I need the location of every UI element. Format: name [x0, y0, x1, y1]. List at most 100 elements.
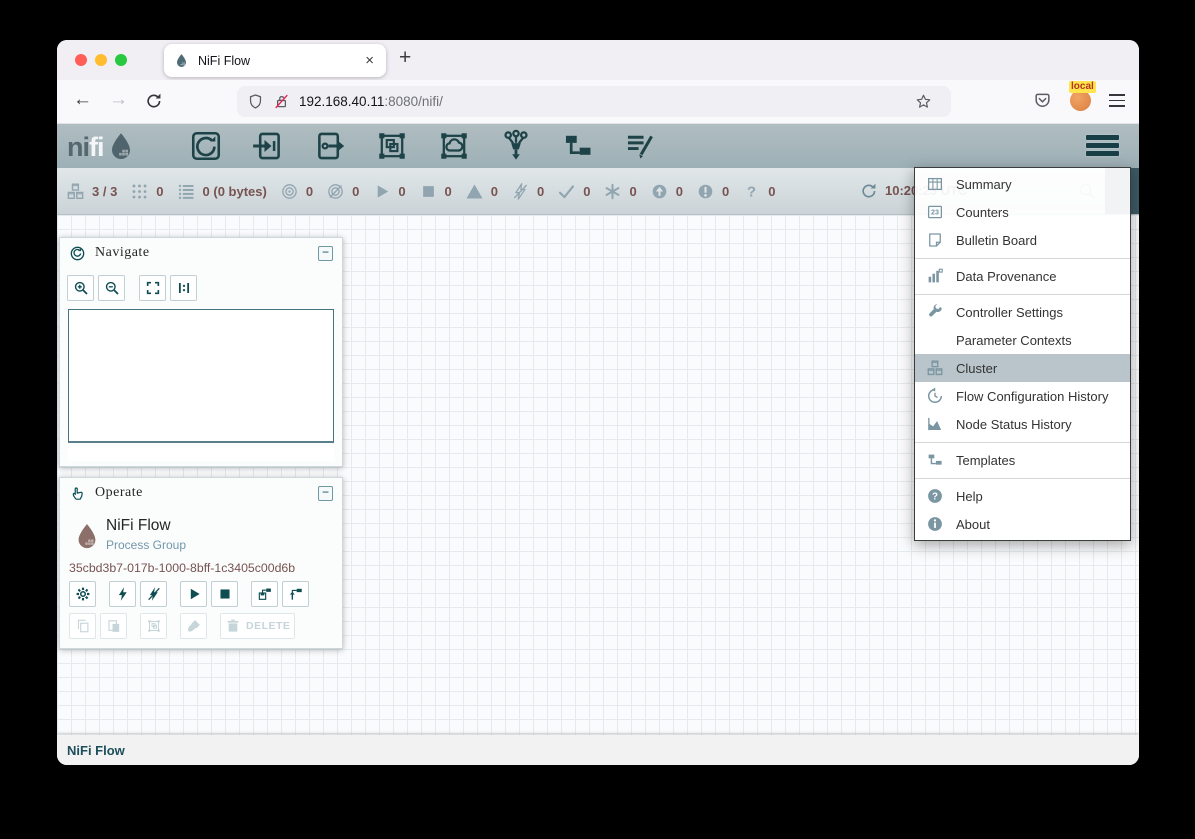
insecure-lock-icon[interactable]	[273, 93, 290, 110]
zoom-fit-button[interactable]	[139, 275, 166, 301]
back-button[interactable]: ←	[73, 89, 92, 111]
menu-item-about[interactable]: About	[915, 510, 1130, 538]
status-sync-failure-versioned: ?0	[742, 182, 775, 201]
bolt-slash-outline-icon	[511, 182, 530, 201]
reload-button[interactable]	[145, 92, 163, 110]
menu-separator	[915, 442, 1130, 443]
menu-item-flow-configuration-history[interactable]: Flow Configuration History	[915, 382, 1130, 410]
menu-item-label: Controller Settings	[956, 305, 1063, 320]
menu-item-help[interactable]: ?Help	[915, 482, 1130, 510]
global-menu-popup: Summary23Counters Bulletin Board Data Prov…	[914, 167, 1131, 541]
start-button[interactable]	[180, 581, 207, 607]
profile-button[interactable]: local	[1070, 90, 1091, 111]
menu-item-label: Templates	[956, 453, 1015, 468]
fit-icon	[145, 280, 161, 296]
status-connected-nodes: 3 / 3	[66, 182, 117, 201]
status-transmitting-remote-groups: 0	[280, 182, 313, 201]
toolbar-input-port-icon[interactable]	[250, 129, 286, 163]
stop-button[interactable]	[211, 581, 238, 607]
transmitting-icon	[280, 182, 299, 201]
zoom-actual-size-button[interactable]	[170, 275, 197, 301]
menu-item-label: Data Provenance	[956, 269, 1056, 284]
toolbar-remote-process-group-icon[interactable]	[436, 129, 472, 163]
window-zoom-button[interactable]	[115, 54, 127, 66]
paste-button	[100, 613, 127, 639]
navigate-panel: Navigate −	[59, 237, 343, 467]
node-chart-icon	[926, 415, 944, 433]
group-button	[140, 613, 167, 639]
breadcrumb-bar: NiFi Flow	[57, 735, 1139, 765]
zoom-in-button[interactable]	[67, 275, 94, 301]
tab-close-icon[interactable]: ×	[363, 52, 376, 69]
menu-separator	[915, 478, 1130, 479]
menu-item-label: Node Status History	[956, 417, 1072, 432]
asterisk-icon	[603, 182, 622, 201]
bookmark-star-icon[interactable]	[915, 93, 932, 110]
process-group-drop-icon	[73, 519, 101, 553]
url-text[interactable]: 192.168.40.11:8080/nifi/	[299, 94, 443, 109]
toolbar-processor-icon[interactable]	[188, 129, 224, 163]
window-close-button[interactable]	[75, 54, 87, 66]
firefox-menu-button[interactable]	[1109, 94, 1125, 107]
question-icon: ?	[742, 182, 761, 201]
toolbar-process-group-icon[interactable]	[374, 129, 410, 163]
profile-avatar	[1070, 90, 1091, 111]
new-tab-button[interactable]: +	[399, 46, 411, 70]
cluster-icon	[926, 359, 944, 377]
svg-text:?: ?	[932, 492, 938, 503]
copy-button	[69, 613, 96, 639]
menu-item-data-provenance[interactable]: Data Provenance	[915, 262, 1130, 290]
zoom-out-icon	[104, 280, 120, 296]
menu-item-templates[interactable]: Templates	[915, 446, 1130, 474]
disable-button[interactable]	[140, 581, 167, 607]
breadcrumb[interactable]: NiFi Flow	[67, 743, 125, 758]
wrench-icon	[926, 303, 944, 321]
menu-item-summary[interactable]: Summary	[915, 170, 1130, 198]
pocket-icon[interactable]	[1033, 91, 1052, 110]
group-sel-icon	[146, 618, 162, 634]
shield-icon[interactable]	[247, 93, 264, 110]
menu-item-cluster[interactable]: Cluster	[915, 354, 1130, 382]
menu-item-label: Bulletin Board	[956, 233, 1037, 248]
refresh-icon[interactable]	[860, 182, 878, 200]
tab-title: NiFi Flow	[198, 54, 363, 68]
menu-item-controller-settings[interactable]: Controller Settings	[915, 298, 1130, 326]
menu-item-label: Parameter Contexts	[956, 333, 1072, 348]
toolbar-template-icon[interactable]	[560, 129, 596, 163]
provenance-icon	[926, 267, 944, 285]
zoom-out-button[interactable]	[98, 275, 125, 301]
status-up-to-date-versioned: 0	[557, 182, 590, 201]
not-transmitting-icon	[326, 182, 345, 201]
actual-size-icon	[176, 280, 192, 296]
browser-titlebar: NiFi Flow × +	[57, 40, 1139, 80]
window-minimize-button[interactable]	[95, 54, 107, 66]
menu-item-counters[interactable]: 23Counters	[915, 198, 1130, 226]
enable-button[interactable]	[109, 581, 136, 607]
url-bar[interactable]: 192.168.40.11:8080/nifi/	[237, 86, 951, 117]
configuration-button[interactable]	[69, 581, 96, 607]
status-total-queued-value: 0 (0 bytes)	[203, 184, 267, 199]
menu-item-node-status-history[interactable]: Node Status History	[915, 410, 1130, 438]
stopped-icon	[217, 586, 233, 602]
birdseye-view[interactable]	[68, 309, 334, 443]
menu-item-bulletin-board[interactable]: Bulletin Board	[915, 226, 1130, 254]
toolbar-funnel-icon[interactable]	[498, 129, 534, 163]
summary-icon	[926, 175, 944, 193]
navigate-collapse-button[interactable]: −	[318, 246, 333, 261]
birdseye-footer	[68, 447, 334, 461]
toolbar-label-icon[interactable]	[622, 129, 658, 163]
queued-icon	[177, 182, 196, 201]
browser-tab[interactable]: NiFi Flow ×	[164, 44, 386, 77]
operate-collapse-button[interactable]: −	[318, 486, 333, 501]
svg-text:23: 23	[931, 209, 939, 217]
upload-template-button[interactable]	[282, 581, 309, 607]
nifi-global-menu-button[interactable]	[1086, 135, 1119, 156]
status-connected-nodes-value: 3 / 3	[92, 184, 117, 199]
menu-separator	[915, 258, 1130, 259]
create-template-button[interactable]	[251, 581, 278, 607]
browser-navbar: ← → 192.168.40.11:8080/nifi/ local	[57, 80, 1139, 124]
about-icon	[926, 515, 944, 533]
delete-button: DELETE	[220, 613, 295, 639]
menu-item-parameter-contexts[interactable]: Parameter Contexts	[915, 326, 1130, 354]
toolbar-output-port-icon[interactable]	[312, 129, 348, 163]
